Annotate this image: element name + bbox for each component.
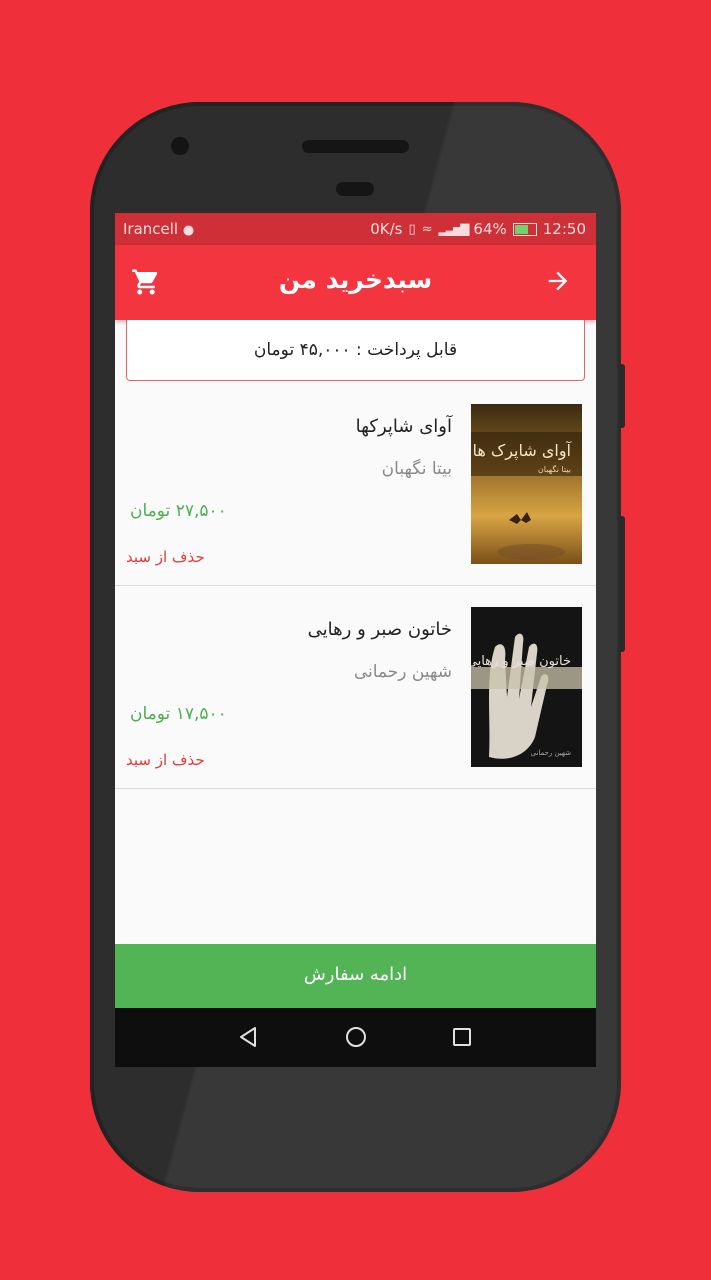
proximity-sensor bbox=[336, 182, 374, 196]
book-author: شهین رحمانی bbox=[353, 662, 452, 682]
remove-from-cart-link[interactable]: حذف از سبد bbox=[126, 548, 205, 566]
status-bar: Irancell ● 0K/s ▯ ≈ ▂▃▅▇ 64% 12:50 bbox=[115, 213, 596, 245]
drop-icon: ● bbox=[182, 223, 195, 238]
cart-item: خاتون صبر و رهایی شهین رحمانی خاتون صبر … bbox=[115, 607, 596, 789]
cover-author: شهین رحمانی bbox=[531, 749, 572, 757]
status-indicators: 0K/s ▯ ≈ ▂▃▅▇ 64% 12:50 bbox=[370, 220, 586, 238]
cover-title: آوای شاپرک ها bbox=[472, 441, 572, 461]
recents-square-icon[interactable] bbox=[450, 1025, 474, 1049]
page-title: سبدخرید من bbox=[278, 265, 433, 294]
wifi-icon: ≈ bbox=[421, 221, 433, 237]
arrow-right-icon[interactable] bbox=[544, 267, 572, 295]
earpiece-speaker bbox=[302, 140, 409, 153]
payable-summary: قابل پرداخت : ۴۵,۰۰۰ تومان bbox=[126, 320, 585, 381]
vibrate-icon: ▯ bbox=[408, 221, 416, 237]
book-price: ۱۷,۵۰۰ تومان bbox=[130, 704, 227, 724]
app-bar: سبدخرید من bbox=[115, 245, 596, 320]
battery-icon bbox=[512, 222, 537, 236]
payable-amount: قابل پرداخت : ۴۵,۰۰۰ تومان bbox=[253, 340, 458, 360]
front-camera bbox=[171, 137, 189, 155]
network-speed: 0K/s bbox=[370, 220, 403, 238]
book-title: آوای شاپرکها bbox=[355, 416, 452, 437]
carrier-label: Irancell ● bbox=[123, 220, 194, 238]
clock: 12:50 bbox=[542, 220, 586, 238]
book-cover[interactable]: آوای شاپرک ها بیتا نگهبان bbox=[471, 404, 582, 564]
cover-author: بیتا نگهبان bbox=[538, 464, 571, 474]
signal-icon: ▂▃▅▇ bbox=[438, 222, 470, 236]
power-button bbox=[619, 516, 625, 652]
carrier-name: Irancell bbox=[123, 220, 179, 238]
cart-item: آوای شاپرک ها بیتا نگهبان آوای شاپرکها ب… bbox=[115, 404, 596, 586]
battery-percent: 64% bbox=[473, 220, 507, 238]
continue-order-button[interactable]: ادامه سفارش bbox=[115, 944, 596, 1008]
remove-from-cart-link[interactable]: حذف از سبد bbox=[126, 751, 205, 769]
navigation-bar bbox=[115, 1008, 596, 1067]
book-price: ۲۷,۵۰۰ تومان bbox=[130, 501, 227, 521]
volume-button bbox=[619, 364, 625, 428]
app-screen: Irancell ● 0K/s ▯ ≈ ▂▃▅▇ 64% 12:50 سبدخر… bbox=[115, 213, 596, 1067]
home-circle-icon[interactable] bbox=[344, 1025, 368, 1049]
book-cover[interactable]: خاتون صبر و رهایی شهین رحمانی bbox=[471, 607, 582, 767]
back-triangle-icon[interactable] bbox=[236, 1025, 260, 1049]
book-title: خاتون صبر و رهایی bbox=[307, 619, 452, 640]
book-author: بیتا نگهبان bbox=[381, 459, 452, 479]
cover-title: خاتون صبر و رهایی bbox=[471, 654, 571, 669]
